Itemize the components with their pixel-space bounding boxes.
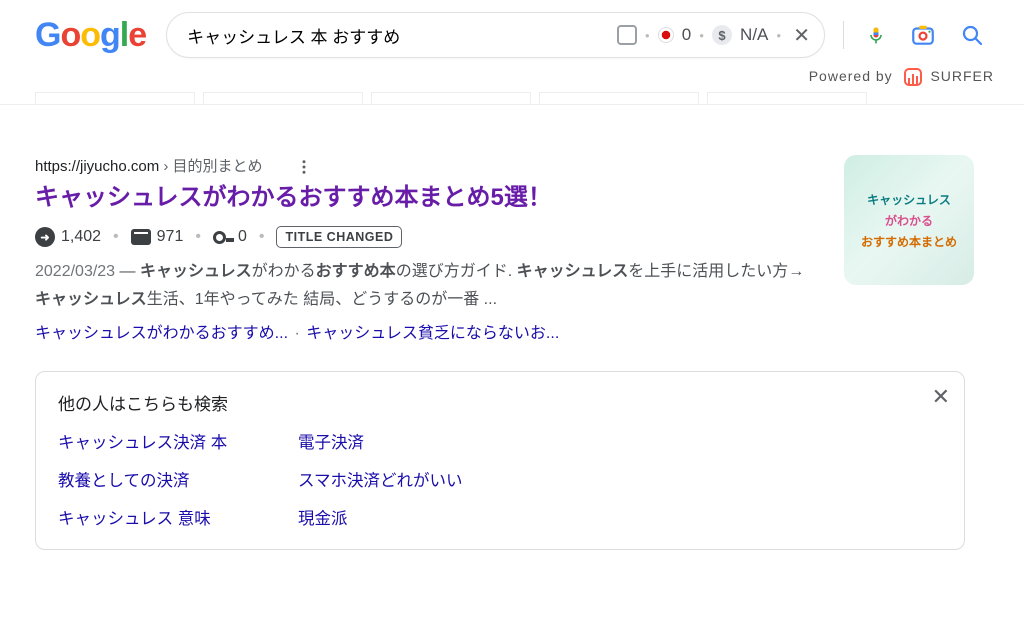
search-input[interactable] — [187, 25, 617, 45]
surfer-stats: ● 0 ● $ N/A ● ✕ — [617, 23, 814, 48]
separator — [843, 21, 844, 49]
snippet-sep: — — [115, 263, 140, 280]
filter-tabs — [0, 92, 1024, 105]
url-host[interactable]: https://jiyucho.com — [35, 158, 159, 175]
thumb-line: キャッシュレス — [861, 190, 957, 209]
google-logo[interactable]: Google — [35, 16, 146, 55]
surfer-position: 0 — [682, 25, 691, 45]
thumb-line: おすすめ本まとめ — [855, 232, 963, 251]
pas-link[interactable]: キャッシュレス決済 本 — [58, 429, 288, 453]
surfer-metrics: ➜ 1,402 • 971 • 0 • TITLE CHANGED — [35, 226, 980, 258]
tab-stub[interactable] — [203, 92, 363, 104]
separator-dot: • — [259, 228, 265, 246]
snippet-bold: キャッシュレス — [35, 291, 147, 308]
result-thumbnail[interactable]: キャッシュレス がわかる おすすめ本まとめ — [844, 155, 974, 285]
surfer-select-checkbox[interactable] — [617, 25, 637, 45]
snippet-text: がわかる — [252, 263, 316, 280]
clear-icon[interactable]: ✕ — [789, 23, 814, 48]
voice-search-icon[interactable] — [866, 23, 886, 47]
separator-dot: ● — [699, 31, 704, 40]
people-also-search: ✕ 他の人はこちらも検索 キャッシュレス決済 本 電子決済 教養としての決済 ス… — [35, 371, 965, 550]
sitelink[interactable]: キャッシュレス貧乏にならないお... — [306, 325, 559, 342]
surfer-cpc: N/A — [740, 25, 768, 45]
snippet-text: を上手に活用したい方→ — [628, 263, 804, 280]
separator-dot: ● — [776, 31, 781, 40]
tab-stub[interactable] — [35, 92, 195, 104]
separator-dot: • — [113, 228, 119, 246]
words-icon — [131, 229, 151, 245]
image-search-icon[interactable] — [910, 22, 936, 48]
separator-dot: ● — [645, 31, 650, 40]
pas-link[interactable]: スマホ決済どれがいい — [298, 467, 942, 491]
metric-value: 971 — [157, 228, 184, 246]
traffic-icon: ➜ — [35, 227, 55, 247]
surfer-logo-icon — [904, 68, 922, 86]
tab-stub[interactable] — [371, 92, 531, 104]
result-snippet: 2022/03/23 — キャッシュレスがわかるおすすめ本の選び方ガイド. キャ… — [35, 258, 815, 312]
pas-link[interactable]: キャッシュレス 意味 — [58, 505, 288, 529]
header: Google ● 0 ● $ N/A ● ✕ — [0, 0, 1024, 64]
title-changed-badge: TITLE CHANGED — [276, 226, 402, 248]
pas-heading: 他の人はこちらも検索 — [58, 390, 942, 429]
metric-traffic: ➜ 1,402 — [35, 227, 101, 247]
result-url: https://jiyucho.com › 目的別まとめ — [35, 155, 980, 176]
pas-link[interactable]: 現金派 — [298, 505, 942, 529]
metric-value: 0 — [238, 228, 247, 246]
powered-by-label: Powered by — [809, 68, 893, 84]
pas-link[interactable]: 教養としての決済 — [58, 467, 288, 491]
sitelink-sep: · — [294, 325, 299, 342]
search-tools — [856, 22, 1004, 48]
powered-by-surfer: Powered by SURFER — [0, 64, 1024, 92]
search-pill: ● 0 ● $ N/A ● ✕ — [166, 12, 825, 58]
metric-keywords: 0 — [213, 228, 247, 246]
search-results: キャッシュレス がわかる おすすめ本まとめ https://jiyucho.co… — [0, 105, 980, 550]
tab-stub[interactable] — [539, 92, 699, 104]
pas-links: キャッシュレス決済 本 電子決済 教養としての決済 スマホ決済どれがいい キャッ… — [58, 429, 942, 529]
result-title-link[interactable]: キャッシュレスがわかるおすすめ本まとめ5選！ — [35, 184, 552, 211]
result-menu-icon[interactable] — [295, 158, 313, 176]
thumb-line: がわかる — [879, 211, 939, 230]
snippet-bold: キャッシュレス — [517, 263, 629, 280]
surfer-brand: SURFER — [930, 68, 994, 84]
snippet-text: の選び方ガイド. — [396, 263, 517, 280]
search-button-icon[interactable] — [960, 23, 984, 47]
japan-flag-icon — [658, 27, 674, 43]
result-sitelinks: キャッシュレスがわかるおすすめ... · キャッシュレス貧乏にならないお... — [35, 313, 980, 343]
snippet-bold: おすすめ本 — [316, 263, 396, 280]
close-icon[interactable]: ✕ — [932, 386, 950, 408]
snippet-text: 生活、1年やってみた 結局、どうするのが一番 ... — [147, 291, 497, 308]
snippet-date: 2022/03/23 — [35, 263, 115, 280]
result-title: キャッシュレスがわかるおすすめ本まとめ5選！ — [35, 176, 980, 226]
metric-value: 1,402 — [61, 228, 101, 246]
dollar-icon: $ — [712, 25, 732, 45]
sitelink[interactable]: キャッシュレスがわかるおすすめ... — [35, 325, 292, 342]
separator-dot: • — [195, 228, 201, 246]
pas-link[interactable]: 電子決済 — [298, 429, 942, 453]
snippet-bold: キャッシュレス — [140, 263, 252, 280]
keywords-icon — [213, 231, 226, 244]
tab-stub[interactable] — [707, 92, 867, 104]
url-path[interactable]: › 目的別まとめ — [159, 158, 262, 175]
metric-words: 971 — [131, 228, 184, 246]
search-result: キャッシュレス がわかる おすすめ本まとめ https://jiyucho.co… — [35, 155, 980, 550]
search-bar: ● 0 ● $ N/A ● ✕ — [166, 12, 1004, 58]
